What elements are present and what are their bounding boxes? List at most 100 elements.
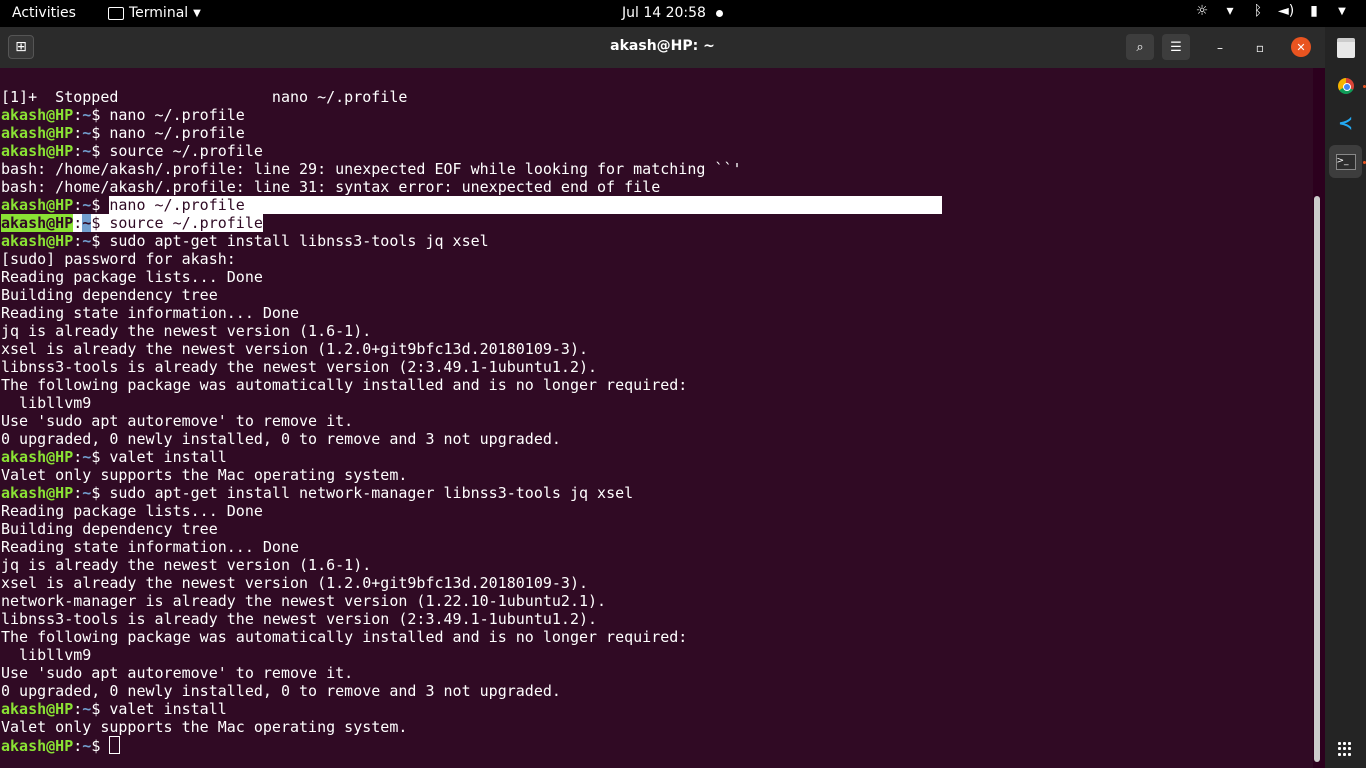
dock-item-files[interactable]	[1329, 31, 1362, 64]
terminal-output-line: jq is already the newest version (1.6-1)…	[1, 556, 742, 574]
prompt-user: akash@HP	[1, 142, 74, 160]
terminal-prompt-line: akash@HP:~$ source ~/.profile	[1, 142, 742, 160]
app-menu-label: Terminal	[129, 5, 189, 21]
output-text: xsel is already the newest version (1.2.…	[1, 574, 588, 592]
wifi-icon: ▾	[1226, 3, 1234, 19]
terminal-output-line: Reading package lists... Done	[1, 502, 742, 520]
prompt-separator: :	[73, 484, 83, 502]
terminal-output-line: jq is already the newest version (1.6-1)…	[1, 322, 742, 340]
command-text: sudo apt-get install libnss3-tools jq xs…	[109, 232, 489, 250]
terminal-prompt-line: akash@HP:~$ nano ~/.profile	[1, 196, 942, 214]
terminal-prompt-line: akash@HP:~$ nano ~/.profile	[1, 106, 742, 124]
terminal-output-line: xsel is already the newest version (1.2.…	[1, 340, 742, 358]
prompt-path: ~	[82, 214, 92, 232]
window-title-bar[interactable]: ⊞ akash@HP: ~ ⌕ ☰ – ▫ ✕	[0, 27, 1325, 68]
terminal-app-icon	[108, 6, 124, 20]
prompt-path: ~	[82, 700, 92, 718]
terminal-output-line: libnss3-tools is already the newest vers…	[1, 610, 742, 628]
terminal-output-line: Valet only supports the Mac operating sy…	[1, 466, 742, 484]
command-text: nano ~/.profile	[109, 196, 245, 214]
terminal-output-line: libllvm9	[1, 394, 742, 412]
chrome-icon	[1337, 77, 1354, 94]
clock[interactable]: Jul 14 20:58	[622, 5, 706, 21]
prompt-path: ~	[82, 124, 92, 142]
prompt-separator: :	[73, 700, 83, 718]
prompt-path: ~	[82, 448, 92, 466]
command-text: source ~/.profile	[109, 214, 263, 232]
terminal-prompt-line: akash@HP:~$ sudo apt-get install network…	[1, 484, 742, 502]
text-cursor	[109, 736, 121, 754]
output-text: [sudo] password for akash:	[1, 250, 236, 268]
maximize-button[interactable]: ▫	[1250, 38, 1270, 58]
command-text: sudo apt-get install network-manager lib…	[109, 484, 634, 502]
notification-dot-icon	[716, 10, 723, 17]
prompt-user: akash@HP	[1, 232, 74, 250]
files-icon	[1336, 37, 1355, 58]
output-text: The following package was automatically …	[1, 628, 688, 646]
output-text: libllvm9	[1, 646, 92, 664]
output-text: Reading package lists... Done	[1, 268, 263, 286]
output-text: bash: /home/akash/.profile: line 31: syn…	[1, 178, 661, 196]
output-text: Use 'sudo apt autoremove' to remove it.	[1, 412, 354, 430]
output-text: Reading package lists... Done	[1, 502, 263, 520]
prompt-symbol: $	[91, 196, 110, 214]
command-text: source ~/.profile	[109, 142, 263, 160]
prompt-user: akash@HP	[1, 737, 74, 755]
activities-button[interactable]: Activities	[12, 5, 76, 21]
bluetooth-icon: ᛒ	[1253, 3, 1263, 19]
prompt-user: akash@HP	[1, 700, 74, 718]
terminal-output-line: The following package was automatically …	[1, 628, 742, 646]
minimize-button[interactable]: –	[1210, 38, 1230, 58]
terminal-output: [1]+ Stopped nano ~/.profile akash@HP:~$ …	[1, 88, 942, 755]
terminal-view[interactable]: [1]+ Stopped nano ~/.profile akash@HP:~$ …	[0, 68, 1313, 768]
output-text: 0 upgraded, 0 newly installed, 0 to remo…	[1, 682, 561, 700]
terminal-output-line: bash: /home/akash/.profile: line 31: syn…	[1, 178, 742, 196]
menu-button[interactable]: ☰	[1162, 34, 1190, 60]
show-applications-icon[interactable]	[1338, 742, 1352, 756]
prompt-separator: :	[73, 214, 83, 232]
prompt-symbol: $	[91, 448, 110, 466]
terminal-output-line: network-manager is already the newest ve…	[1, 592, 742, 610]
output-text: network-manager is already the newest ve…	[1, 592, 607, 610]
output-text: 0 upgraded, 0 newly installed, 0 to remo…	[1, 430, 561, 448]
prompt-separator: :	[73, 232, 83, 250]
output-text: Valet only supports the Mac operating sy…	[1, 718, 408, 736]
terminal-output-line: Reading package lists... Done	[1, 268, 742, 286]
terminal-prompt-line: akash@HP:~$ valet install	[1, 448, 742, 466]
prompt-symbol: $	[91, 124, 110, 142]
prompt-separator: :	[73, 737, 83, 755]
close-button[interactable]: ✕	[1291, 37, 1311, 57]
prompt-separator: :	[73, 106, 83, 124]
output-text: The following package was automatically …	[1, 376, 688, 394]
prompt-symbol: $	[91, 214, 110, 232]
command-text: valet install	[109, 700, 227, 718]
prompt-separator: :	[73, 124, 83, 142]
app-menu-button[interactable]: Terminal ▼	[108, 5, 201, 21]
search-icon: ⌕	[1136, 39, 1144, 55]
prompt-user: akash@HP	[1, 214, 74, 232]
output-text: Reading state information... Done	[1, 538, 300, 556]
terminal-scrollbar[interactable]	[1314, 196, 1320, 762]
terminal-output-line: Use 'sudo apt autoremove' to remove it.	[1, 664, 742, 682]
terminal-prompt-line: akash@HP:~$ source ~/.profile	[1, 214, 742, 232]
terminal-output-line: [1]+ Stopped nano ~/.profile	[1, 88, 742, 106]
terminal-output-line: libnss3-tools is already the newest vers…	[1, 358, 742, 376]
prompt-user: akash@HP	[1, 106, 74, 124]
output-text: libnss3-tools is already the newest vers…	[1, 610, 598, 628]
prompt-user: akash@HP	[1, 124, 74, 142]
prompt-user: akash@HP	[1, 196, 74, 214]
terminal-output-line: Building dependency tree	[1, 286, 742, 304]
prompt-path: ~	[82, 484, 92, 502]
dock-item-vscode[interactable]: ≺	[1329, 107, 1362, 140]
terminal-prompt-line: akash@HP:~$ valet install	[1, 700, 742, 718]
system-tray[interactable]: ☼ ▾ ᛒ ◄) ▮ ▼	[1194, 3, 1350, 19]
terminal-icon: >_	[1335, 153, 1356, 170]
dock-item-chrome[interactable]	[1329, 69, 1362, 102]
search-button[interactable]: ⌕	[1126, 34, 1154, 60]
terminal-output-line: Use 'sudo apt autoremove' to remove it.	[1, 412, 742, 430]
dock-item-terminal[interactable]: >_	[1329, 145, 1362, 178]
terminal-prompt-line: akash@HP:~$	[1, 736, 742, 755]
hamburger-menu-icon: ☰	[1170, 39, 1182, 55]
battery-icon: ▮	[1310, 3, 1318, 19]
terminal-output-line: xsel is already the newest version (1.2.…	[1, 574, 742, 592]
